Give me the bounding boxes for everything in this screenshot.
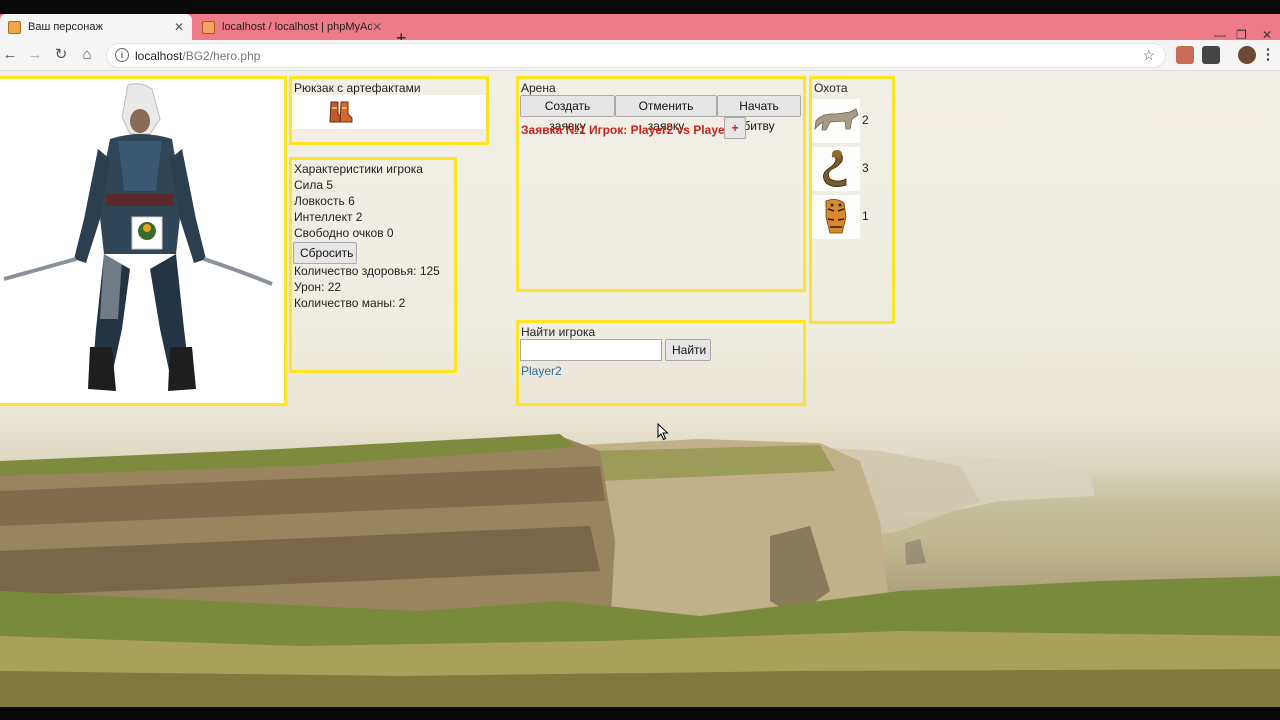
hunt-animal-wolf[interactable] [812, 99, 860, 143]
browser-toolbar: ← → ↻ ⌂ i localhost/BG2/hero.php ☆ ⋮ [0, 40, 1280, 71]
find-player-panel: Найти игрока Найти Player2 [516, 320, 806, 406]
forward-arrow-icon[interactable]: → [25, 45, 45, 65]
hunt-panel: Охота 2 3 1 [809, 76, 895, 324]
reset-stats-button[interactable]: Сбросить [293, 242, 357, 264]
stat-damage: Урон: 22 [294, 280, 342, 294]
find-title: Найти игрока [521, 325, 596, 339]
address-bar[interactable]: i localhost/BG2/hero.php ☆ [106, 43, 1166, 68]
url-host: localhost [135, 49, 183, 63]
found-player-link[interactable]: Player2 [521, 364, 562, 378]
backpack-slots [292, 95, 486, 129]
tiger-count: 1 [862, 209, 869, 223]
window-bottom-edge [0, 707, 1280, 720]
cancel-request-button[interactable]: Отменить заявку [615, 95, 717, 133]
profile-avatar-icon[interactable] [1238, 46, 1256, 64]
window-top-edge [0, 0, 1280, 14]
mouse-cursor-icon [657, 423, 669, 441]
cobra-icon [823, 150, 847, 187]
hunt-title: Охота [814, 81, 848, 95]
battle-request-text: Заявка №1 Игрок: Player2 vs Player1 [521, 123, 737, 137]
pdf-extension-icon[interactable] [1176, 46, 1194, 64]
stat-mana: Количество маны: 2 [294, 296, 406, 310]
tab-hero[interactable]: Ваш персонаж ✕ [0, 14, 192, 40]
close-tab-icon[interactable]: ✕ [372, 20, 382, 34]
player-search-input[interactable] [520, 339, 662, 361]
find-button[interactable]: Найти [665, 339, 711, 361]
bookmark-star-icon[interactable]: ☆ [1142, 47, 1155, 64]
tab-strip: Ваш персонаж ✕ localhost / localhost | p… [0, 14, 1280, 47]
stat-free-points: Свободно очков 0 [294, 226, 394, 240]
hunt-animal-tiger[interactable] [812, 195, 860, 239]
page-favicon-icon [8, 20, 21, 34]
wolf-icon [814, 108, 859, 131]
menu-kebab-icon[interactable]: ⋮ [1258, 45, 1278, 65]
home-icon[interactable]: ⌂ [77, 45, 97, 65]
phpmyadmin-favicon-icon [202, 20, 215, 34]
cobra-count: 3 [862, 161, 869, 175]
hero-character-image [3, 83, 273, 391]
stat-strength: Сила 5 [294, 178, 334, 192]
start-battle-button[interactable]: Начать битву [717, 95, 801, 133]
url-path: /BG2/hero.php [182, 49, 261, 63]
join-request-button[interactable]: + [724, 117, 746, 139]
hero-panel [0, 76, 287, 406]
stat-agility: Ловкость 6 [294, 194, 355, 208]
tab-phpmyadmin[interactable]: localhost / localhost | phpMyAdmin ✕ [194, 14, 390, 40]
tiger-icon [825, 199, 847, 234]
close-tab-icon[interactable]: ✕ [174, 20, 184, 34]
extension-icon[interactable] [1202, 46, 1220, 64]
player-stats-panel: Характеристики игрока Сила 5 Ловкость 6 … [289, 157, 457, 373]
arena-title: Арена [521, 81, 556, 95]
backpack-panel: Рюкзак с артефактами [289, 76, 489, 145]
wolf-count: 2 [862, 113, 869, 127]
boots-icon[interactable] [328, 100, 354, 124]
create-request-button[interactable]: Создать заявку [520, 95, 615, 133]
arena-panel: Арена Создать заявку Отменить заявку Нач… [516, 76, 806, 292]
stats-title: Характеристики игрока [294, 162, 423, 176]
tab-title: Ваш персонаж [28, 21, 103, 33]
backpack-title: Рюкзак с артефактами [294, 81, 421, 95]
reload-icon[interactable]: ↻ [51, 45, 71, 65]
site-info-icon[interactable]: i [115, 48, 129, 62]
hunt-animal-cobra[interactable] [812, 147, 860, 191]
address-url: localhost/BG2/hero.php [135, 49, 260, 63]
stat-health: Количество здоровья: 125 [294, 264, 440, 278]
back-arrow-icon[interactable]: ← [0, 45, 20, 65]
tab-title: localhost / localhost | phpMyAdmin [222, 21, 372, 33]
page-content: Рюкзак с артефактами Характеристики игро… [0, 71, 1280, 707]
stat-intellect: Интеллект 2 [294, 210, 363, 224]
